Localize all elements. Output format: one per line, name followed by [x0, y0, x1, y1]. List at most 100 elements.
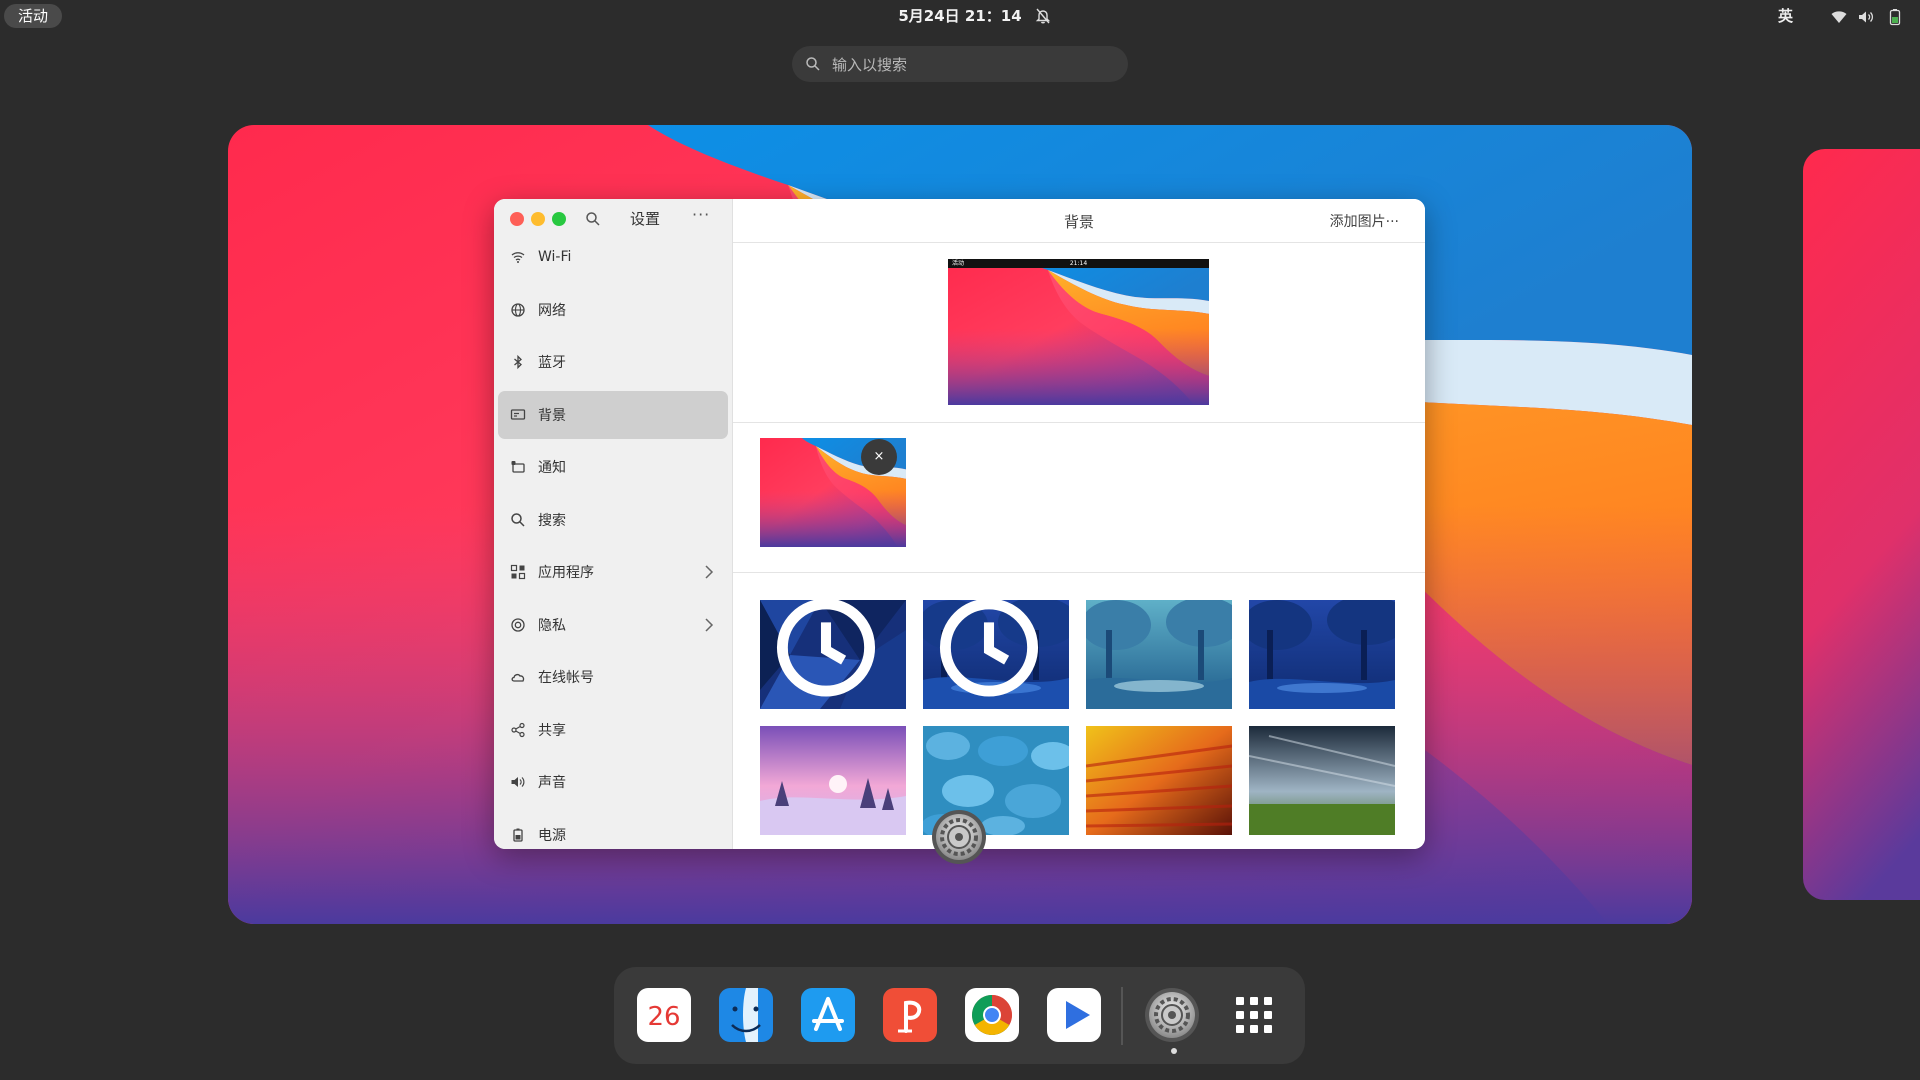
power-icon [513, 828, 523, 842]
settings-window[interactable]: 设置 ··· Wi-Fi 网络 蓝牙 背景 通知 搜索 应用程序 隐私 在线帐号… [494, 199, 1425, 849]
wallpaper-thumbnail[interactable] [1086, 600, 1232, 709]
preview-clock: 21:14 [1069, 260, 1088, 267]
settings-window-app-icon[interactable] [930, 808, 988, 866]
presentation-icon [883, 988, 937, 1042]
dock-separator [1121, 987, 1123, 1045]
search-icon [511, 512, 525, 527]
app-store-icon [801, 988, 855, 1042]
chrome-app[interactable] [964, 987, 1020, 1043]
calendar-day: 26 [647, 1002, 680, 1032]
notification-icon [511, 461, 525, 473]
settings-gear-icon [1145, 988, 1199, 1042]
sidebar-item-label: Wi-Fi [538, 249, 572, 265]
page-title: 背景 [1063, 213, 1094, 231]
apps-grid-icon [510, 564, 526, 580]
sidebar-item-search[interactable]: 搜索 [498, 496, 728, 544]
sidebar-item-online-accounts[interactable]: 在线帐号 [498, 653, 728, 701]
wifi-icon[interactable] [1830, 8, 1848, 26]
preview-top-bar: 活动 21:14 [948, 259, 1209, 268]
sound-icon [511, 777, 525, 787]
overview-search[interactable] [792, 46, 1128, 84]
more-menu-button[interactable]: ··· [692, 205, 710, 224]
add-picture-button[interactable]: 添加图片··· [1330, 211, 1399, 231]
search-input[interactable] [830, 46, 1114, 84]
settings-app[interactable] [1144, 987, 1200, 1043]
sidebar-item-sound[interactable]: 声音 [498, 758, 728, 806]
current-background-preview: 活动 21:14 [948, 259, 1209, 405]
calendar-app[interactable]: 26 [636, 987, 692, 1043]
app-grid-icon [1236, 997, 1272, 1033]
running-indicator [1171, 1048, 1177, 1054]
background-icon [510, 408, 526, 420]
wallpaper-thumbnail[interactable] [1086, 726, 1232, 835]
snow-sunset-wallpaper [760, 726, 906, 835]
network-globe-icon [511, 302, 525, 317]
background-panel: 背景 添加图片··· 活动 21:14 × [733, 199, 1425, 849]
share-icon [511, 722, 525, 737]
sidebar-item-label: 电源 [538, 827, 566, 844]
settings-menu: Wi-Fi 网络 蓝牙 背景 通知 搜索 应用程序 隐私 在线帐号 共享 声音 … [498, 233, 728, 849]
input-method-indicator[interactable]: 英 [1778, 0, 1793, 33]
sidebar-item-sharing[interactable]: 共享 [498, 706, 728, 754]
night-forest-wallpaper [1249, 600, 1395, 709]
wifi-icon [511, 252, 525, 263]
custom-backgrounds-section: × [733, 423, 1425, 573]
sidebar-title: 设置 [630, 210, 661, 228]
video-player-icon [1047, 988, 1101, 1042]
activities-button[interactable]: 活动 [4, 4, 63, 28]
video-player-app[interactable] [1046, 987, 1102, 1043]
current-background-section: 活动 21:14 [733, 243, 1425, 423]
dock: 26 [614, 967, 1305, 1064]
sidebar-item-label: 应用程序 [538, 565, 594, 581]
sidebar-item-wifi[interactable]: Wi-Fi [498, 233, 728, 281]
remove-wallpaper-button[interactable]: × [861, 439, 897, 475]
sidebar-item-power[interactable]: 电源 [498, 811, 728, 850]
sidebar-item-privacy[interactable]: 隐私 [498, 601, 728, 649]
next-workspace-thumbnail[interactable] [1803, 149, 1920, 900]
sidebar-item-label: 蓝牙 [538, 355, 566, 371]
app-store-app[interactable] [800, 987, 856, 1043]
bluetooth-icon [514, 354, 522, 370]
app-grid-button[interactable] [1226, 987, 1282, 1043]
sidebar-item-label: 网络 [538, 302, 566, 319]
wallpaper-thumbnail[interactable] [1249, 600, 1395, 709]
sidebar-item-label: 声音 [538, 775, 566, 791]
fabric-texture-wallpaper [1086, 726, 1232, 835]
search-icon [806, 57, 820, 71]
presentation-app[interactable] [882, 987, 938, 1043]
wallpaper-thumbnail[interactable] [760, 600, 906, 709]
wallpaper-thumbnail[interactable] [760, 726, 906, 835]
sidebar-item-network[interactable]: 网络 [498, 286, 728, 334]
battery-icon[interactable] [1886, 8, 1904, 26]
wallpaper-preview [948, 259, 1209, 405]
sidebar-item-background[interactable]: 背景 [498, 390, 728, 439]
maximize-button[interactable] [552, 212, 566, 226]
close-button[interactable] [510, 212, 524, 226]
sidebar-item-label: 在线帐号 [538, 670, 594, 686]
settings-gear-icon [932, 810, 986, 864]
wallpaper-thumbnail[interactable] [1249, 726, 1395, 835]
privacy-icon [511, 617, 525, 632]
time-of-day-icon [776, 600, 876, 697]
sidebar-item-applications[interactable]: 应用程序 [498, 548, 728, 596]
time-of-day-icon [939, 600, 1039, 697]
sidebar-item-label: 背景 [538, 407, 566, 424]
wallpaper-thumbnail[interactable] [923, 600, 1069, 709]
bell-off-icon [1035, 8, 1051, 24]
chevron-right-icon [705, 565, 714, 579]
search-icon[interactable] [585, 211, 601, 227]
sidebar-item-bluetooth[interactable]: 蓝牙 [498, 338, 728, 386]
clock[interactable]: 5月24日 21：14 [898, 7, 1021, 25]
settings-sidebar: 设置 ··· Wi-Fi 网络 蓝牙 背景 通知 搜索 应用程序 隐私 在线帐号… [494, 199, 733, 849]
volume-icon[interactable] [1857, 8, 1875, 26]
sidebar-item-label: 共享 [538, 722, 566, 739]
sidebar-item-label: 隐私 [538, 617, 566, 634]
calendar-icon: 26 [637, 988, 691, 1042]
chevron-right-icon [705, 617, 714, 632]
field-sky-wallpaper [1249, 726, 1395, 835]
minimize-button[interactable] [531, 212, 545, 226]
chrome-icon [965, 988, 1019, 1042]
sidebar-item-notifications[interactable]: 通知 [498, 443, 728, 491]
finder-app[interactable] [718, 987, 774, 1043]
finder-icon [719, 988, 773, 1042]
